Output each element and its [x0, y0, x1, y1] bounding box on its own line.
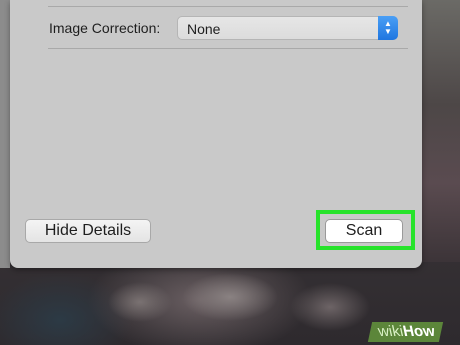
divider: [48, 6, 408, 7]
image-correction-value: None: [187, 21, 221, 37]
desktop-cliff: [422, 0, 460, 262]
scan-button[interactable]: Scan: [325, 219, 403, 243]
hide-details-button[interactable]: Hide Details: [25, 219, 151, 243]
chevron-up-down-icon[interactable]: ▲ ▼: [378, 16, 398, 40]
watermark-prefix: wiki: [376, 323, 405, 340]
image-correction-select[interactable]: None ▲ ▼: [177, 16, 398, 40]
window-edge: [0, 0, 10, 268]
scan-dialog: Image Correction: None ▲ ▼ Hide Details …: [10, 0, 422, 268]
desktop-rocks: [80, 262, 410, 345]
wikihow-watermark: wikiHow: [367, 322, 443, 342]
divider: [48, 48, 408, 49]
image-correction-label: Image Correction:: [49, 20, 161, 36]
watermark-suffix: How: [401, 323, 437, 340]
chevron-down-icon: ▼: [384, 27, 392, 36]
